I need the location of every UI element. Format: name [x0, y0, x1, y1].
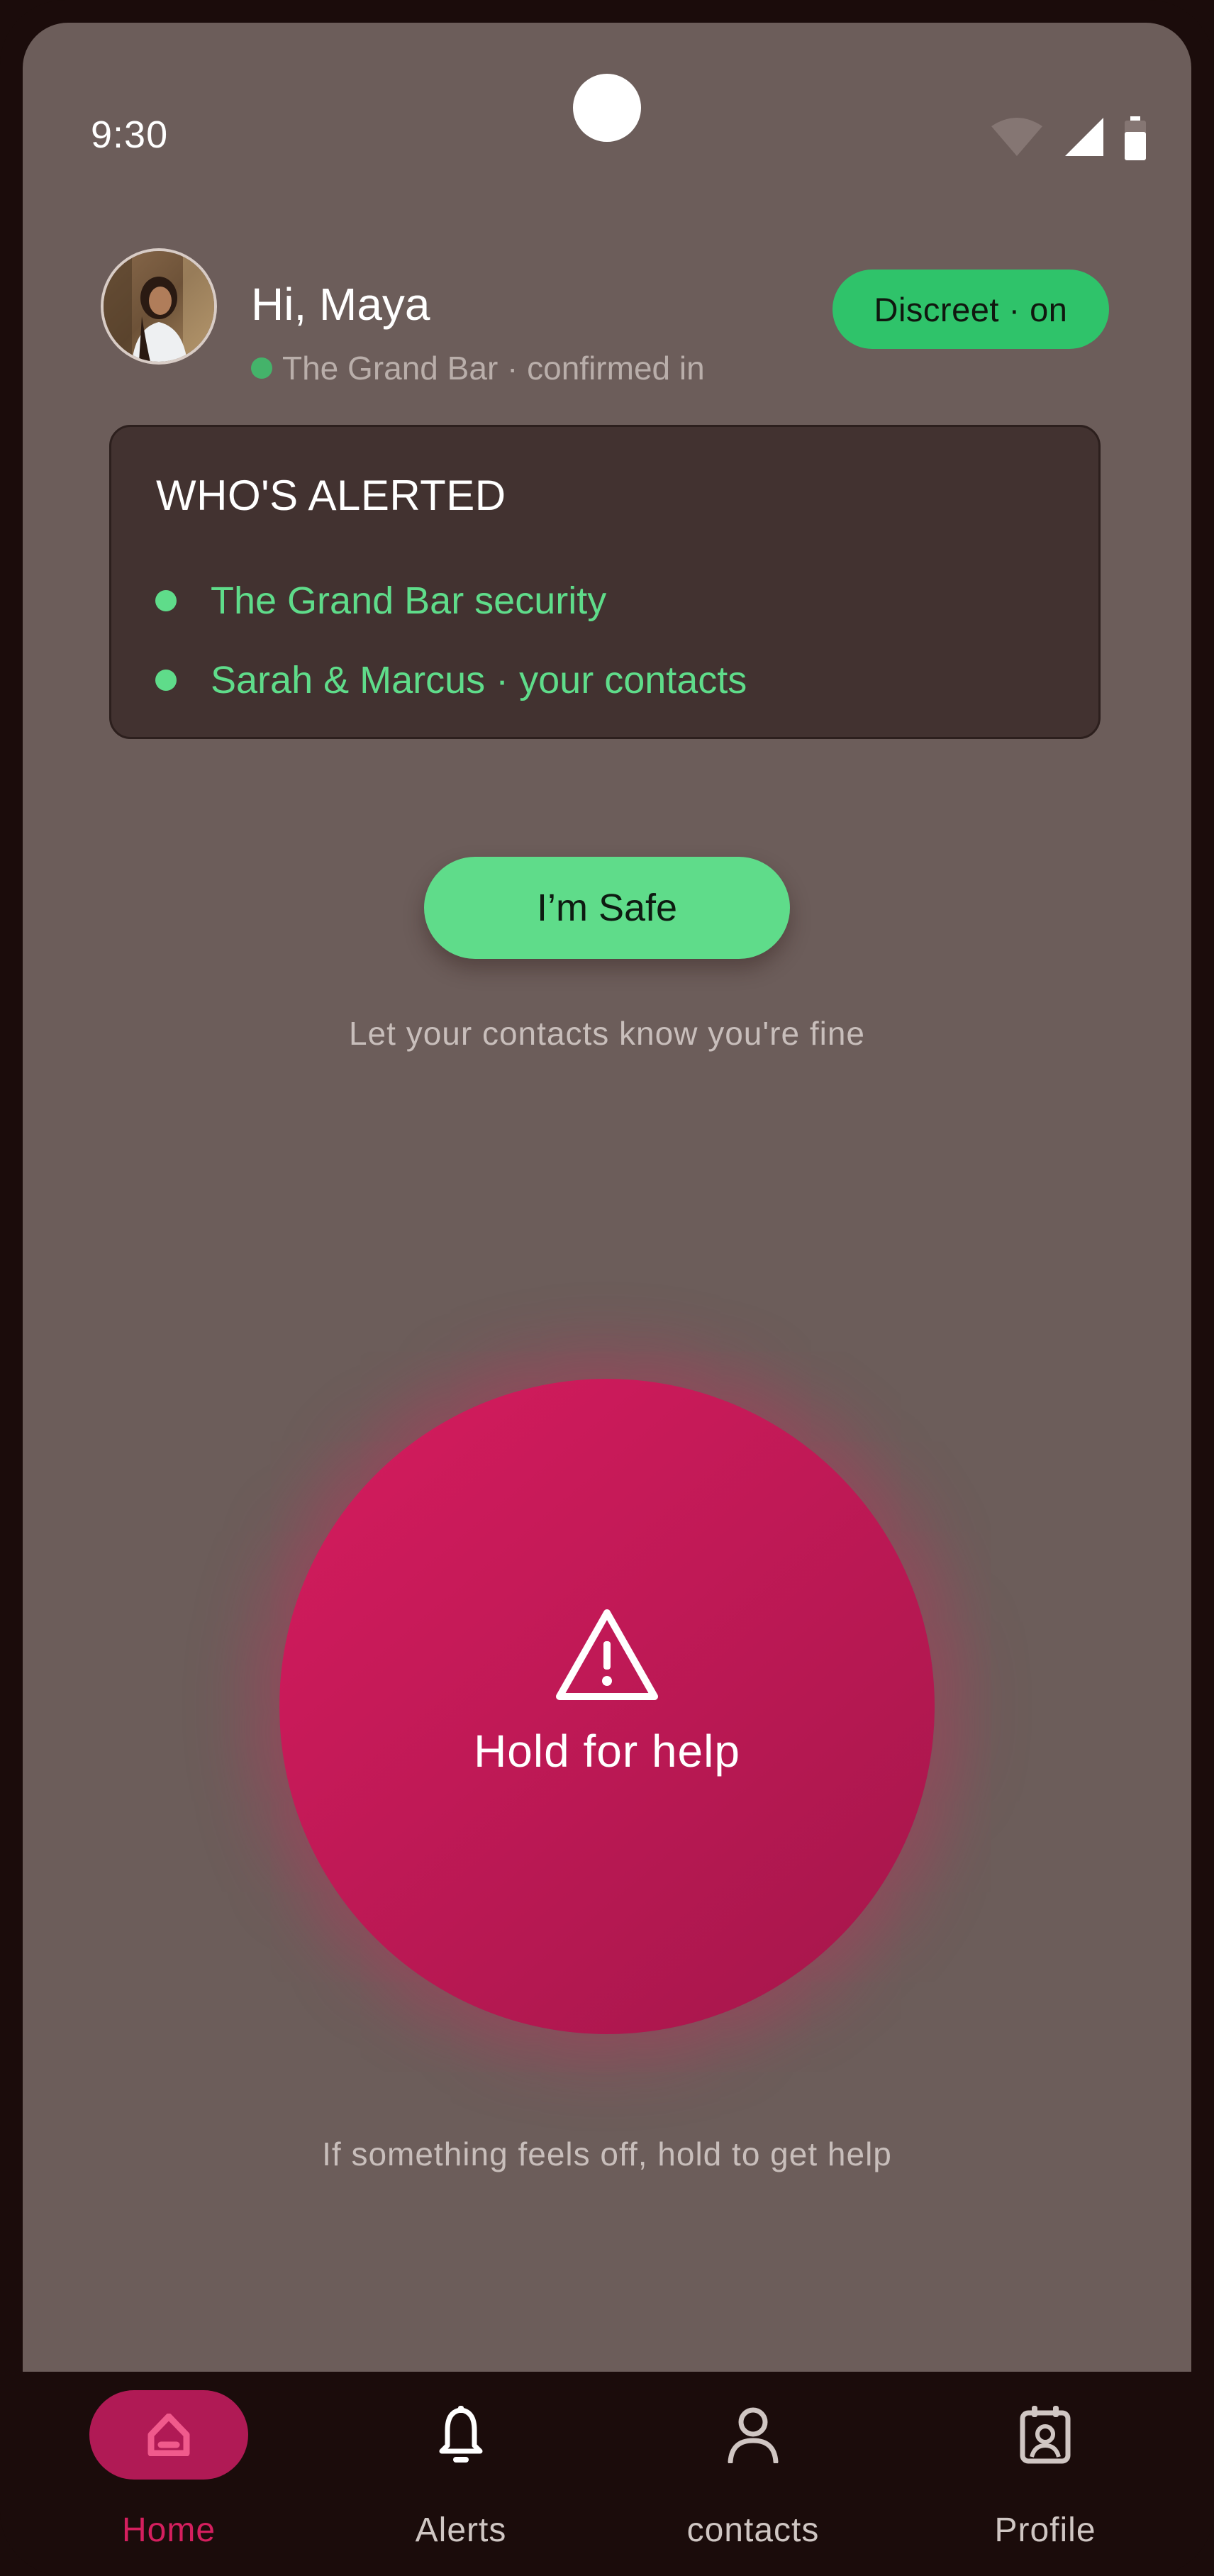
nav-item-profile-label: Profile	[994, 2511, 1096, 2549]
whos-alerted-card: WHO'S ALERTED The Grand Bar security Sar…	[109, 425, 1101, 739]
nav-item-home-indicator	[89, 2390, 248, 2480]
nav-item-contacts-label: contacts	[686, 2511, 820, 2549]
nav-item-contacts-indicator	[674, 2390, 832, 2480]
venue-status-text: The Grand Bar · confirmed in	[282, 350, 705, 387]
hold-for-help-label: Hold for help	[474, 1726, 740, 1777]
discreet-mode-toggle[interactable]: Discreet · on	[832, 270, 1109, 349]
venue-status-dot	[251, 357, 272, 379]
avatar[interactable]	[104, 251, 214, 362]
nav-item-alerts-label: Alerts	[415, 2511, 507, 2549]
nav-item-home-label: Home	[121, 2511, 216, 2549]
card-title: WHO'S ALERTED	[156, 472, 506, 519]
bottom-navigation: Home Alerts contacts Profile	[0, 2372, 1214, 2576]
nav-item-profile-indicator	[966, 2390, 1125, 2480]
nav-item-contacts[interactable]: contacts	[647, 2372, 859, 2576]
alerted-item: The Grand Bar security	[155, 579, 606, 623]
safe-hint: Let your contacts know you're fine	[348, 1015, 866, 1052]
battery-icon	[1125, 116, 1146, 160]
person-icon	[728, 2407, 779, 2463]
venue-status: The Grand Bar · confirmed in	[251, 349, 705, 387]
warning-icon	[556, 1609, 658, 1700]
nav-item-alerts[interactable]: Alerts	[355, 2372, 567, 2576]
help-hint: If something feels off, hold to get help	[322, 2136, 892, 2172]
nav-item-home[interactable]: Home	[62, 2372, 275, 2576]
hold-for-help-button[interactable]: Hold for help	[279, 1379, 935, 2034]
alerted-item: Sarah & Marcus · your contacts	[155, 658, 747, 702]
home-icon	[147, 2414, 190, 2456]
greeting: Hi, Maya	[251, 279, 430, 330]
nav-item-profile[interactable]: Profile	[939, 2372, 1152, 2576]
app-screen: 9:30 Hi, Maya The Grand Bar · confirmed …	[23, 23, 1191, 2553]
alerted-item-label: The Grand Bar security	[211, 579, 607, 622]
bell-icon	[439, 2406, 483, 2463]
bullet-icon	[155, 670, 177, 691]
avatar-photo	[104, 251, 214, 362]
bullet-icon	[155, 590, 177, 611]
wifi-icon	[991, 118, 1042, 156]
front-camera	[573, 74, 641, 142]
status-time: 9:30	[91, 113, 169, 156]
im-safe-button[interactable]: I’m Safe	[424, 857, 790, 959]
profile-badge-icon	[1020, 2406, 1071, 2464]
nav-item-alerts-indicator	[382, 2390, 540, 2480]
alerted-item-label: Sarah & Marcus · your contacts	[211, 659, 747, 701]
cellular-signal-icon	[1065, 118, 1103, 156]
device-frame: 9:30 Hi, Maya The Grand Bar · confirmed …	[0, 0, 1214, 2576]
status-icons	[990, 116, 1153, 166]
